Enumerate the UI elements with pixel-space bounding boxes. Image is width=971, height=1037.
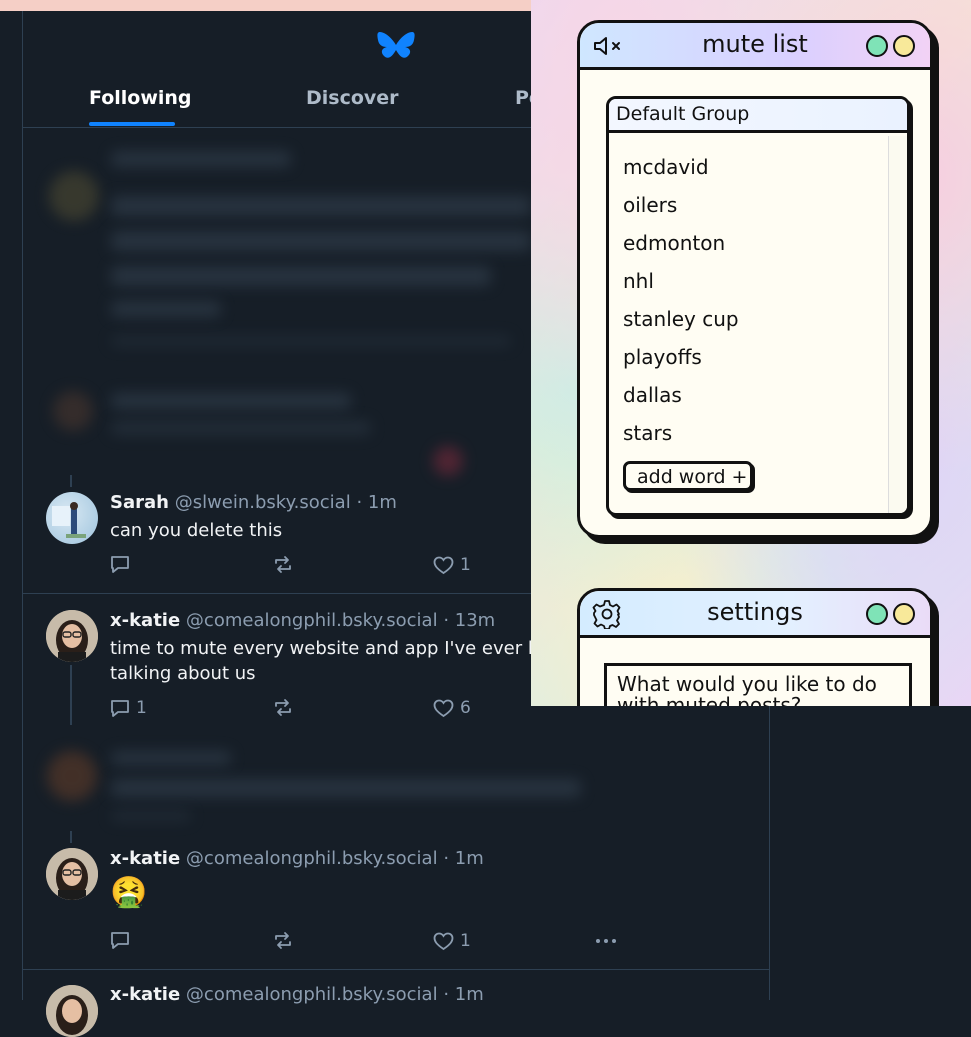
tab-following[interactable]: Following — [89, 87, 192, 109]
post-text-line-1: time to mute every website and app I've … — [110, 638, 551, 659]
author-name[interactable]: x-katie — [110, 984, 180, 1005]
active-tab-indicator — [89, 122, 175, 126]
post-header: x-katie @comealongphil.bsky.social · 13m — [110, 610, 495, 631]
vomit-emoji: 🤮 — [110, 875, 148, 910]
more-icon — [596, 939, 616, 943]
like-icon — [433, 932, 454, 950]
avatar[interactable] — [46, 492, 98, 544]
scrollbar[interactable] — [888, 136, 907, 513]
mute-list-window: mute list Default Group mcdavid oilers e… — [577, 20, 933, 538]
like-count: 1 — [460, 555, 471, 575]
author-name[interactable]: Sarah — [110, 492, 169, 513]
author-handle[interactable]: @comealongphil.bsky.social — [186, 984, 438, 1005]
muted-word[interactable]: dallas — [623, 383, 682, 407]
reply-icon — [111, 932, 129, 949]
avatar-photo — [52, 502, 86, 538]
like-button[interactable]: 1 — [433, 931, 471, 951]
window-titlebar: mute list — [580, 23, 930, 70]
thread-line — [70, 665, 72, 725]
post-time: · 1m — [443, 848, 484, 869]
like-icon — [433, 556, 454, 574]
repost-icon — [275, 556, 291, 573]
muted-word[interactable]: mcdavid — [623, 155, 709, 179]
post-header: x-katie @comealongphil.bsky.social · 1m — [110, 848, 484, 869]
add-word-button[interactable]: add word + — [623, 461, 753, 491]
green-dot-button[interactable] — [866, 35, 888, 57]
like-button[interactable]: 1 — [433, 555, 471, 575]
mute-group: Default Group mcdavid oilers edmonton nh… — [606, 96, 910, 516]
author-handle[interactable]: @comealongphil.bsky.social — [186, 610, 438, 631]
reply-button[interactable] — [110, 931, 136, 950]
tab-discover[interactable]: Discover — [306, 87, 399, 109]
author-handle[interactable]: @comealongphil.bsky.social — [186, 848, 438, 869]
muted-word[interactable]: stars — [623, 421, 672, 445]
like-button[interactable]: 6 — [433, 698, 471, 718]
butterfly-logo-icon[interactable] — [377, 31, 415, 64]
avatar[interactable] — [46, 985, 98, 1037]
post-header: Sarah @slwein.bsky.social · 1m — [110, 492, 397, 513]
settings-window: settings What would you like to do with … — [577, 588, 933, 706]
yellow-dot-button[interactable] — [893, 35, 915, 57]
repost-button[interactable] — [273, 931, 293, 950]
author-name[interactable]: x-katie — [110, 848, 180, 869]
settings-question-line-1: What would you like to do — [617, 672, 877, 696]
repost-button[interactable] — [273, 698, 293, 717]
green-dot-button[interactable] — [866, 603, 888, 625]
reply-button[interactable] — [110, 555, 136, 574]
post-divider — [23, 969, 769, 970]
post-header: x-katie @comealongphil.bsky.social · 1m — [110, 984, 484, 1005]
thread-line — [70, 475, 72, 487]
pastel-overlay-panel: mute list Default Group mcdavid oilers e… — [531, 0, 971, 706]
muted-word[interactable]: edmonton — [623, 231, 725, 255]
avatar[interactable] — [46, 610, 98, 662]
post-time: · 1m — [356, 492, 397, 513]
muted-word[interactable]: oilers — [623, 193, 677, 217]
avatar-photo — [46, 610, 98, 662]
more-button[interactable] — [595, 931, 617, 950]
repost-icon — [275, 932, 291, 949]
post-time: · 1m — [443, 984, 484, 1005]
post-text: can you delete this — [110, 520, 283, 541]
like-count: 6 — [460, 698, 471, 718]
author-name[interactable]: x-katie — [110, 610, 180, 631]
reply-count: 1 — [136, 698, 147, 718]
top-strip — [0, 0, 531, 11]
author-handle[interactable]: @slwein.bsky.social — [175, 492, 351, 513]
muted-word[interactable]: nhl — [623, 269, 654, 293]
reply-icon — [111, 699, 129, 717]
settings-question: What would you like to do with muted pos… — [617, 672, 907, 707]
thread-line — [70, 831, 72, 843]
settings-question-box: What would you like to do with muted pos… — [604, 663, 912, 706]
window-titlebar: settings — [580, 591, 930, 638]
reply-button[interactable]: 1 — [110, 698, 147, 718]
muted-word[interactable]: playoffs — [623, 345, 702, 369]
reply-icon — [111, 556, 129, 573]
post-text-line-2: talking about us — [110, 663, 256, 684]
post-time: · 13m — [443, 610, 496, 631]
repost-button[interactable] — [273, 555, 293, 574]
muted-word[interactable]: stanley cup — [623, 307, 739, 331]
like-count: 1 — [460, 931, 471, 951]
avatar[interactable] — [46, 848, 98, 900]
yellow-dot-button[interactable] — [893, 603, 915, 625]
avatar-photo — [46, 985, 98, 1037]
avatar-photo — [46, 848, 98, 900]
settings-question-line-2: with muted posts? — [617, 693, 802, 707]
repost-icon — [275, 699, 291, 716]
group-name: Default Group — [609, 99, 907, 133]
like-icon — [433, 699, 454, 717]
